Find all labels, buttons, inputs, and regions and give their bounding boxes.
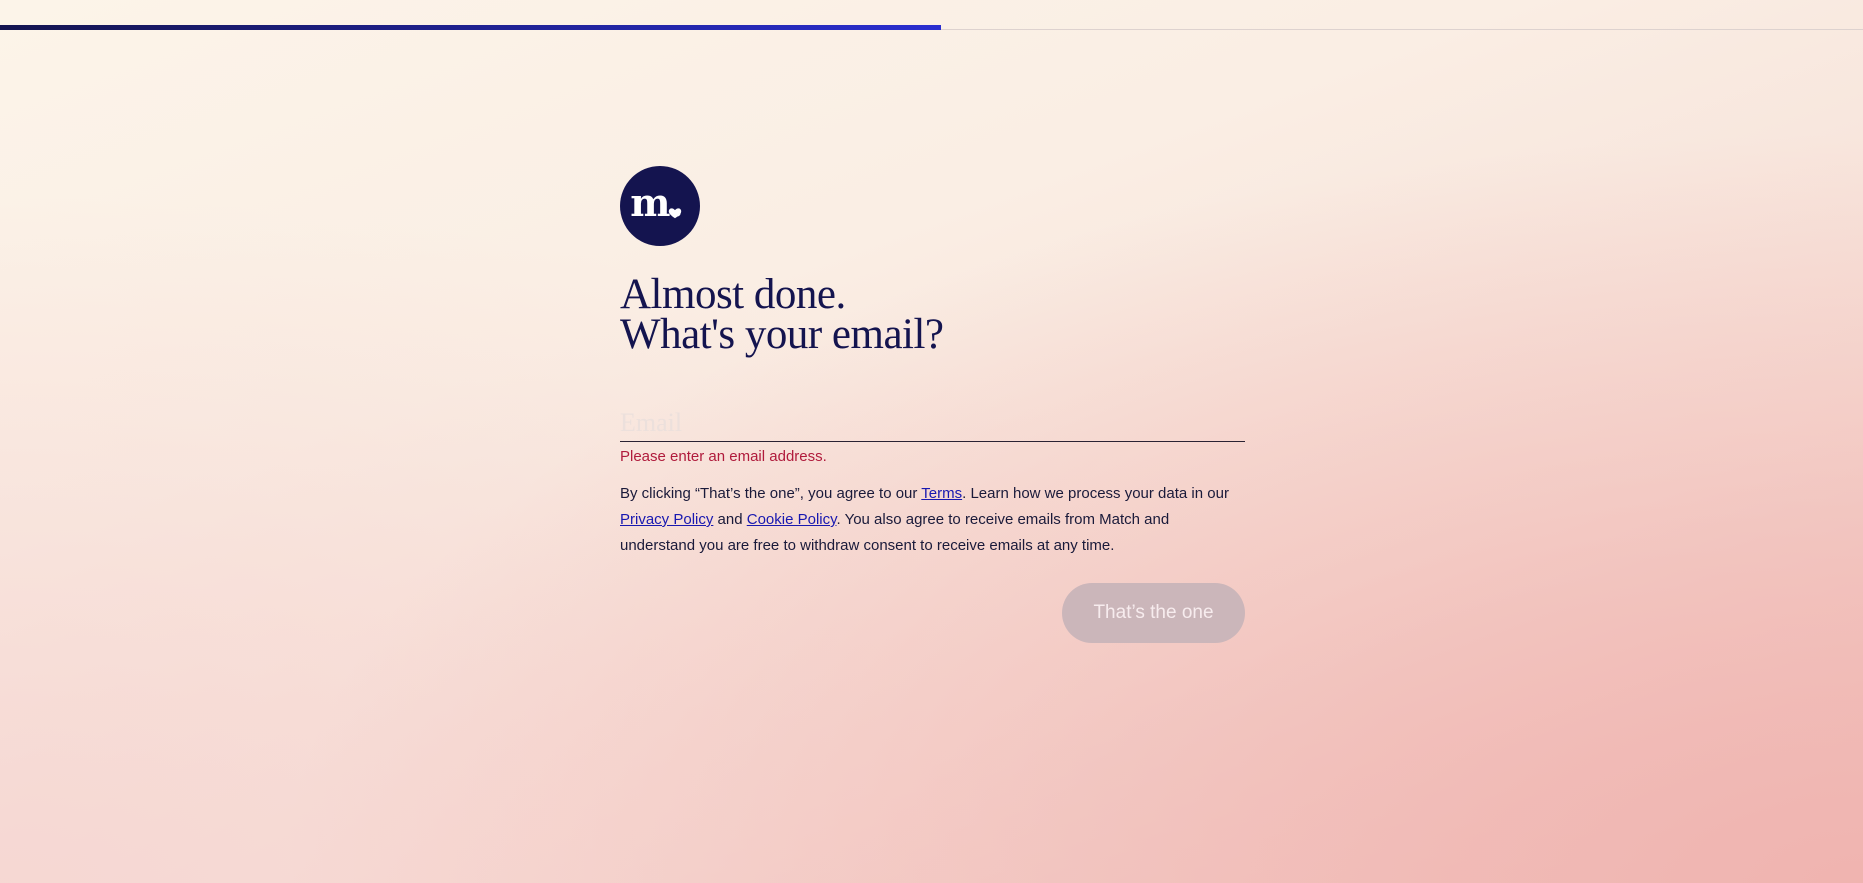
- cookie-policy-link[interactable]: Cookie Policy: [747, 511, 837, 528]
- email-error-message: Please enter an email address.: [620, 448, 827, 465]
- consent-text-part-3: and: [713, 511, 747, 528]
- page-title: Almost done. What's your email?: [620, 271, 1245, 358]
- signup-email-form: m. Almost done. What's your email? Pleas…: [620, 166, 1245, 643]
- consent-text-part-1: By clicking “That’s the one”, you agree …: [620, 485, 922, 502]
- terms-link[interactable]: Terms: [921, 485, 962, 502]
- headline-line-2: What's your email?: [620, 311, 944, 358]
- progress-bar: [0, 25, 942, 30]
- submit-row: That’s the one: [620, 583, 1245, 643]
- privacy-policy-link[interactable]: Privacy Policy: [620, 511, 713, 528]
- email-field[interactable]: [620, 405, 1245, 441]
- match-logo: m.: [620, 166, 700, 246]
- consent-text: By clicking “That’s the one”, you agree …: [620, 481, 1245, 559]
- consent-text-part-2: . Learn how we process your data in our: [962, 485, 1229, 502]
- headline-line-1: Almost done.: [620, 271, 846, 318]
- heart-icon: [668, 208, 682, 219]
- submit-button[interactable]: That’s the one: [1062, 583, 1245, 643]
- email-field-wrapper: [620, 405, 1245, 442]
